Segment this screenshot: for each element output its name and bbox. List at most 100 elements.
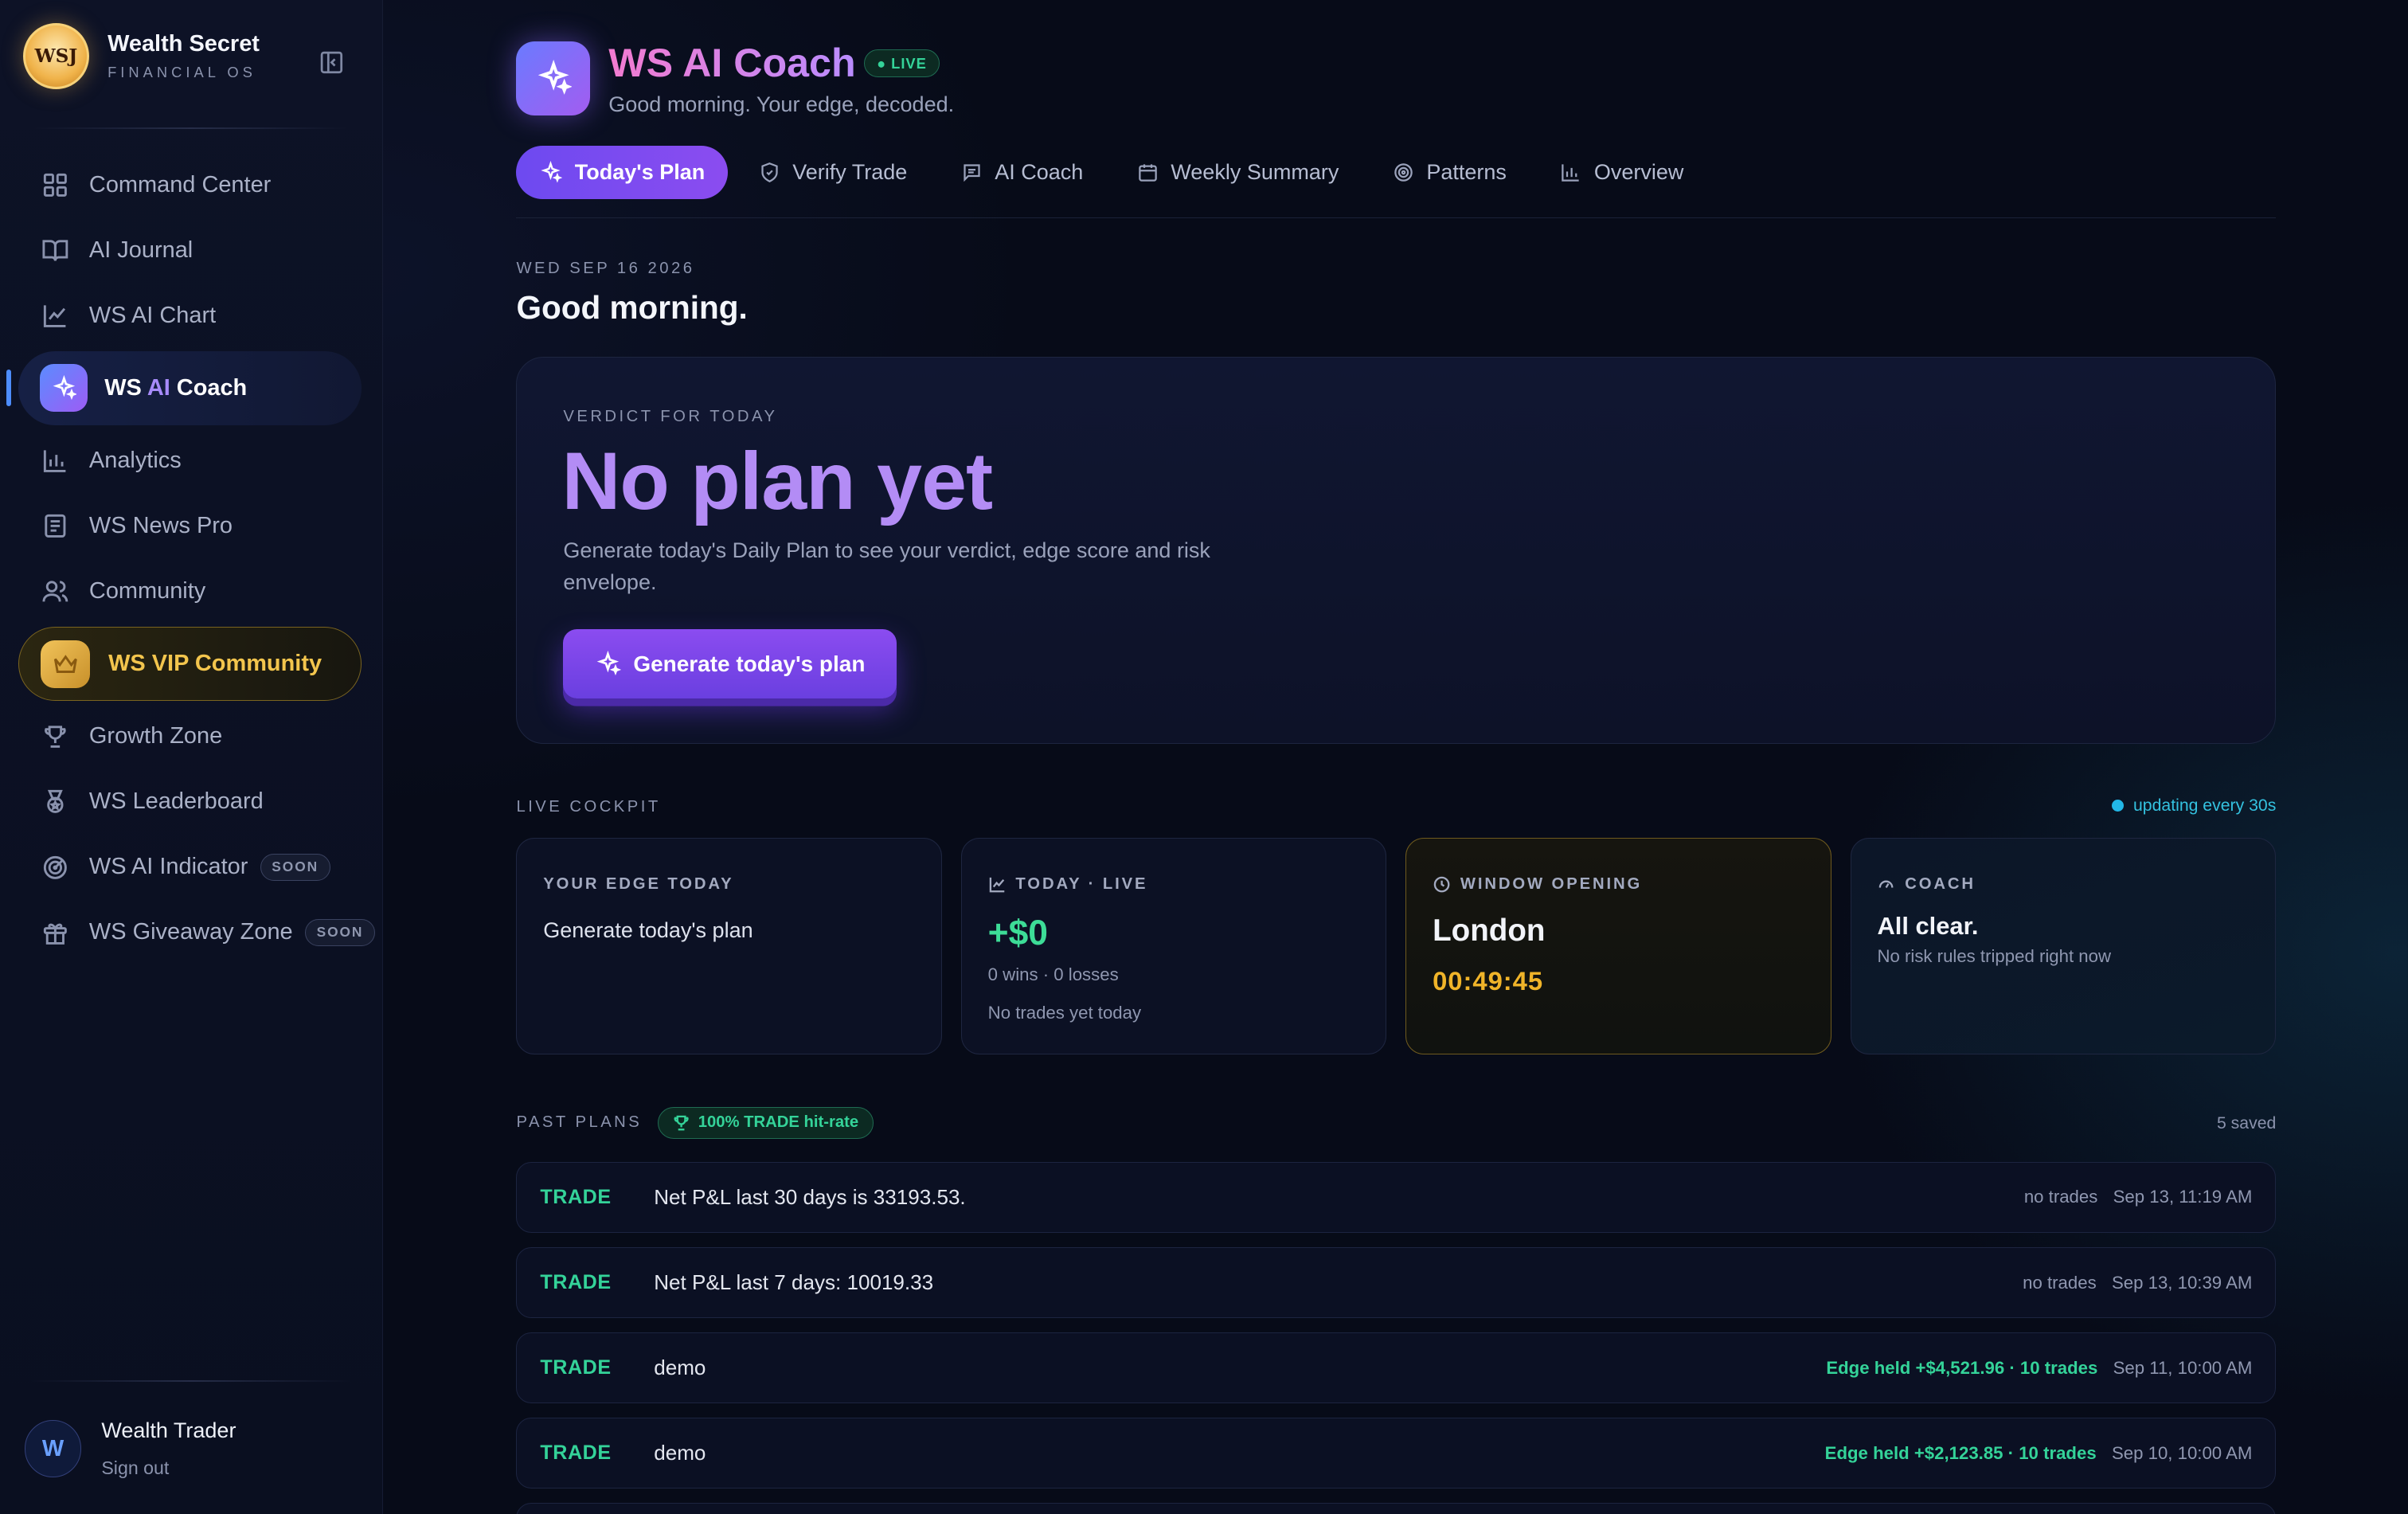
label-text: COACH (1905, 875, 1976, 894)
tab-verify-trade[interactable]: Verify Trade (736, 146, 930, 200)
cockpit-label: LIVE COCKPIT (516, 797, 661, 816)
crown-icon (41, 640, 90, 688)
sidebar-item-label: WS Leaderboard (88, 788, 264, 815)
tab-patterns[interactable]: Patterns (1370, 146, 1530, 200)
plan-tag: TRADE (540, 1442, 612, 1465)
pnl-value: +$0 (987, 913, 1048, 953)
gauge-icon (1877, 875, 1895, 894)
coach-status: All clear. (1877, 912, 1979, 941)
sidebar-item-ws-giveaway-zone[interactable]: WS Giveaway Zone SOON (18, 900, 375, 965)
plan-row[interactable] (516, 1503, 2277, 1514)
cockpit-cards: YOUR EDGE TODAY Generate today's plan TO… (516, 837, 2277, 1054)
label-prefix: WS (104, 374, 147, 401)
plan-time: Sep 11, 10:00 AM (2113, 1357, 2253, 1378)
edge-text: Generate today's plan (543, 918, 753, 943)
sidebar: WSJ Wealth Secret FINANCIAL OS Command C… (0, 0, 383, 1514)
sparkle-icon (595, 651, 621, 677)
sidebar-item-label: WS Giveaway Zone (88, 919, 293, 945)
plan-row[interactable]: TRADE demo Edge held +$4,521.96 · 10 tra… (516, 1332, 2277, 1404)
divider (30, 1380, 351, 1383)
sidebar-item-ai-journal[interactable]: AI Journal (18, 217, 375, 283)
book-icon (40, 235, 71, 266)
card-label: WINDOW OPENING (1433, 875, 1642, 894)
sidebar-item-command-center[interactable]: Command Center (18, 152, 375, 217)
edge-card[interactable]: YOUR EDGE TODAY Generate today's plan (516, 837, 943, 1054)
update-status: updating every 30s (2111, 796, 2276, 816)
tab-overview[interactable]: Overview (1537, 146, 1706, 200)
active-indicator (6, 370, 11, 407)
generate-plan-button[interactable]: Generate today's plan (563, 629, 897, 699)
sparkle-icon (40, 364, 88, 413)
verdict-title: No plan yet (561, 435, 993, 527)
verdict-card: VERDICT FOR TODAY No plan yet Generate t… (516, 356, 2277, 745)
date-label: WED SEP 16 2026 (516, 260, 695, 278)
tab-label: Verify Trade (792, 160, 908, 185)
newspaper-icon (40, 511, 71, 542)
plan-stat: no trades (2023, 1272, 2097, 1293)
sidebar-item-label: WS News Pro (88, 512, 233, 538)
button-label: Generate today's plan (633, 651, 866, 676)
shield-icon (759, 162, 780, 183)
window-opening-card[interactable]: WINDOW OPENING London 00:49:45 (1405, 837, 1831, 1054)
win-loss: 0 wins · 0 losses (987, 964, 1119, 985)
coach-card[interactable]: COACH All clear. No risk rules tripped r… (1850, 837, 2277, 1054)
sidebar-item-ws-ai-coach[interactable]: WS AI Coach (6, 350, 362, 425)
brand[interactable]: WSJ Wealth Secret FINANCIAL OS (22, 22, 260, 89)
sidebar-item-community[interactable]: Community (18, 558, 375, 624)
user-profile: W Wealth Trader Sign out (24, 1418, 236, 1479)
live-label: LIVE (891, 54, 927, 72)
plan-tag: TRADE (540, 1356, 612, 1379)
gift-icon (40, 917, 71, 949)
plan-row[interactable]: TRADE Net P&L last 30 days is 33193.53. … (516, 1162, 2277, 1233)
plan-row[interactable]: TRADE demo Edge held +$2,123.85 · 10 tra… (516, 1418, 2277, 1489)
brand-subtitle: FINANCIAL OS (108, 63, 256, 80)
plan-row[interactable]: TRADE Net P&L last 7 days: 10019.33 no t… (516, 1247, 2277, 1318)
sidebar-item-label: WS AI Indicator (88, 854, 248, 880)
card-label: COACH (1877, 875, 1975, 894)
radar-icon (40, 852, 71, 883)
page-subtitle: Good morning. Your edge, decoded. (608, 92, 955, 116)
sidebar-item-ws-ai-indicator[interactable]: WS AI Indicator SOON (18, 835, 375, 900)
sidebar-item-ws-news-pro[interactable]: WS News Pro (18, 493, 375, 558)
sidebar-item-analytics[interactable]: Analytics (18, 428, 375, 493)
sidebar-item-ws-vip-community[interactable]: WS VIP Community (18, 627, 362, 701)
sidebar-item-label: AI Journal (88, 237, 194, 263)
page-title: WS AI Coach (608, 41, 856, 86)
sidebar-item-ws-ai-chart[interactable]: WS AI Chart (18, 283, 375, 348)
plan-text: Net P&L last 7 days: 10019.33 (654, 1270, 934, 1295)
hit-rate-text: 100% TRADE hit-rate (698, 1113, 859, 1132)
plan-text: demo (654, 1356, 706, 1380)
plan-tag: TRADE (540, 1185, 612, 1208)
sidebar-item-label: WS AI Coach (104, 375, 247, 401)
plan-stat: Edge held +$2,123.85 · 10 trades (1824, 1442, 2097, 1463)
sign-out-link[interactable]: Sign out (101, 1457, 236, 1479)
plan-time: Sep 13, 10:39 AM (2111, 1272, 2253, 1293)
tab-label: Overview (1593, 160, 1684, 185)
sidebar-item-label: Growth Zone (88, 723, 223, 749)
tab-ai-coach[interactable]: AI Coach (938, 146, 1106, 200)
sidebar-nav: Command Center AI Journal WS AI Chart WS… (6, 152, 375, 965)
sparkle-icon (539, 161, 563, 184)
plan-tag: TRADE (540, 1271, 612, 1294)
hit-rate-badge: 100% TRADE hit-rate (657, 1106, 874, 1140)
soon-badge: SOON (260, 853, 330, 882)
line-chart-icon (40, 300, 71, 331)
sidebar-item-label: Analytics (88, 447, 182, 473)
divider (30, 127, 351, 130)
sidebar-item-ws-leaderboard[interactable]: WS Leaderboard (18, 769, 375, 835)
no-trades-note: No trades yet today (987, 1003, 1142, 1023)
verdict-label: VERDICT FOR TODAY (563, 408, 778, 426)
label-suffix: Coach (170, 374, 248, 401)
greeting: Good morning. (516, 288, 748, 326)
collapse-sidebar-icon[interactable] (319, 49, 345, 76)
trophy-icon (40, 722, 71, 753)
today-live-card[interactable]: TODAY · LIVE +$0 0 wins · 0 losses No tr… (960, 837, 1387, 1054)
card-label: YOUR EDGE TODAY (543, 875, 734, 894)
label-text: WINDOW OPENING (1460, 875, 1643, 894)
bar-chart-icon (1560, 162, 1581, 183)
avatar[interactable]: W (24, 1420, 82, 1477)
tab-todays-plan[interactable]: Today's Plan (516, 145, 729, 200)
plan-time: Sep 13, 11:19 AM (2113, 1187, 2253, 1207)
sidebar-item-growth-zone[interactable]: Growth Zone (18, 704, 375, 769)
tab-weekly-summary[interactable]: Weekly Summary (1114, 146, 1362, 200)
